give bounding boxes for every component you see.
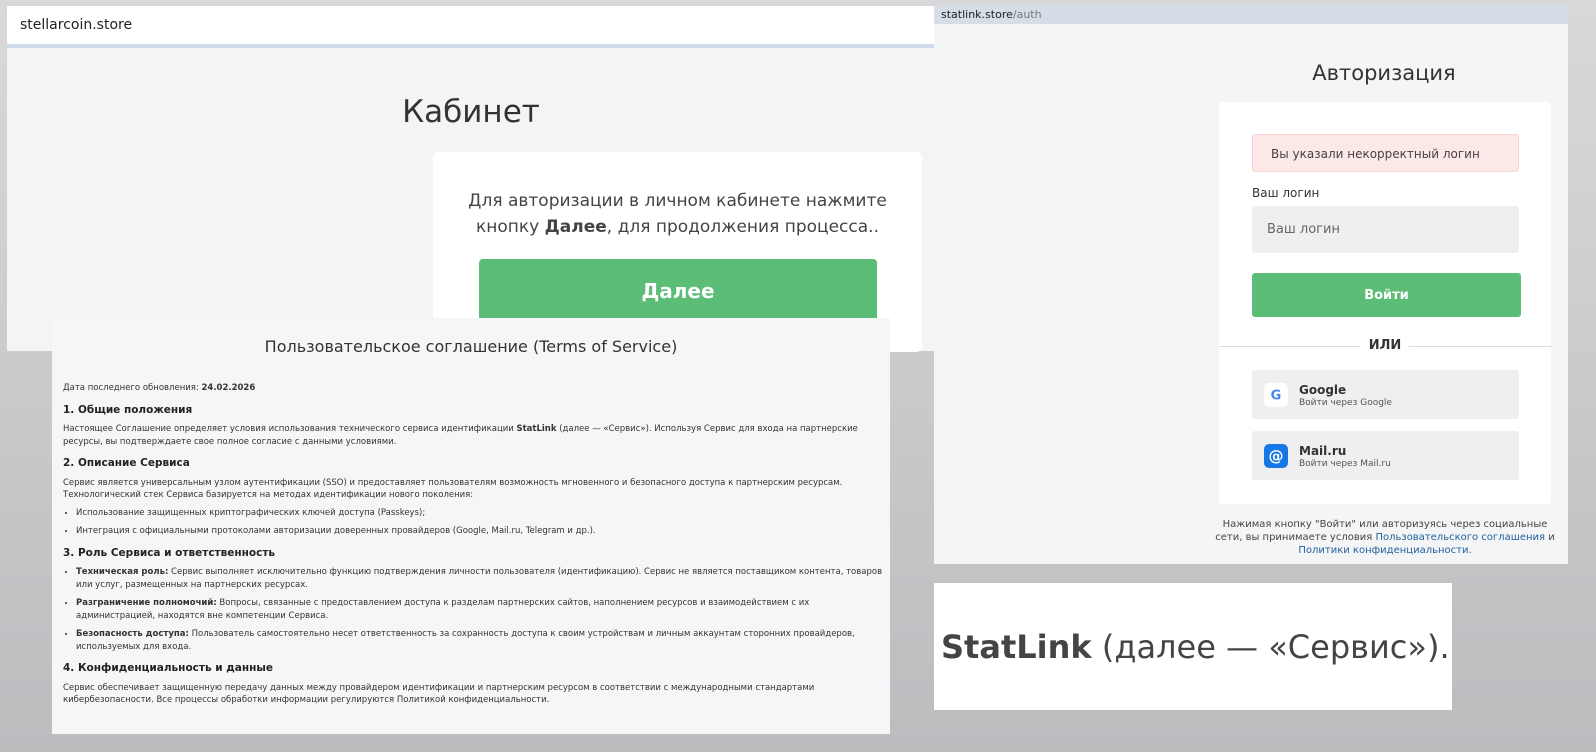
auth-card: Вы указали некорректный логин Ваш логин … xyxy=(1219,102,1551,504)
auth-address-bar[interactable]: statlink.store/auth xyxy=(934,6,1568,24)
section-2-text: Сервис является универсальным узлом ауте… xyxy=(63,477,843,501)
zoom-inset: StatLink (далее — «Сервис»). xyxy=(934,583,1452,710)
list-item: Техническая роль: Сервис выполняет исклю… xyxy=(76,566,890,591)
google-logo-icon: G xyxy=(1264,383,1288,407)
section-3-title: 3. Роль Сервиса и ответственность xyxy=(63,546,276,559)
svg-text:G: G xyxy=(1271,389,1282,403)
next-button[interactable]: Далее xyxy=(479,259,877,325)
zoom-brand: StatLink xyxy=(941,627,1092,666)
section-4-title: 4. Конфиденциальность и данные xyxy=(63,662,273,674)
google-sub: Войти через Google xyxy=(1299,398,1392,408)
login-input[interactable] xyxy=(1252,206,1519,253)
auth-window: statlink.store/auth Авторизация Вы указа… xyxy=(934,6,1568,564)
cabinet-instructions: Для авторизации в личном кабинете нажмит… xyxy=(468,191,887,237)
mailru-name: Mail.ru xyxy=(1299,444,1347,458)
cabinet-url: stellarcoin.store xyxy=(20,17,133,33)
list-item: Разграничение полномочий: Вопросы, связа… xyxy=(76,597,890,622)
list-item: Интеграция с официальными протоколами ав… xyxy=(76,525,890,538)
or-separator: ИЛИ xyxy=(1219,338,1551,353)
terms-updated: Дата последнего обновления: 24.02.2026 xyxy=(63,383,256,393)
section-4-text: Сервис обеспечивает защищенную передачу … xyxy=(63,682,815,706)
section-1-text: Настоящее Соглашение определяет условия … xyxy=(63,424,858,447)
section-1-title: 1. Общие положения xyxy=(63,403,193,416)
error-alert: Вы указали некорректный логин xyxy=(1252,134,1519,172)
mailru-login-button[interactable]: @ Mail.ru Войти через Mail.ru xyxy=(1252,431,1519,480)
terms-body: Дата последнего обновления: 24.02.2026 1… xyxy=(63,382,890,712)
terms-window: Пользовательское соглашение (Terms of Se… xyxy=(52,318,890,734)
list-item: Использование защищенных криптографическ… xyxy=(76,507,890,520)
login-label: Ваш логин xyxy=(1252,186,1320,200)
auth-url-domain: statlink.store xyxy=(941,8,1013,21)
auth-url-path: /auth xyxy=(1012,8,1042,21)
google-login-button[interactable]: G Google Войти через Google xyxy=(1252,370,1519,419)
section-2-list: Использование защищенных криптографическ… xyxy=(63,507,890,538)
google-name: Google xyxy=(1299,383,1347,397)
cabinet-address-bar[interactable]: stellarcoin.store xyxy=(7,6,935,48)
mailru-logo-icon: @ xyxy=(1264,444,1288,468)
login-button[interactable]: Войти xyxy=(1252,273,1521,317)
consent-text: Нажимая кнопку "Войти" или авторизуясь ч… xyxy=(1215,519,1555,556)
cabinet-instructions-bold: Далее xyxy=(544,217,607,237)
list-item: Безопасность доступа: Пользователь самос… xyxy=(76,628,890,653)
privacy-link[interactable]: Политики конфиденциальности xyxy=(1298,545,1468,556)
zoom-rest: (далее — «Сервис»). xyxy=(1091,627,1450,666)
cabinet-title: Кабинет xyxy=(402,94,540,130)
cabinet-window: stellarcoin.store Кабинет Для авторизаци… xyxy=(7,6,935,352)
section-2-title: 2. Описание Сервиса xyxy=(63,457,190,469)
section-3-list: Техническая роль: Сервис выполняет исклю… xyxy=(63,566,890,653)
terms-link[interactable]: Пользовательского соглашения xyxy=(1375,532,1545,543)
mailru-sub: Войти через Mail.ru xyxy=(1299,459,1391,469)
terms-title: Пользовательское соглашение (Terms of Se… xyxy=(264,337,678,356)
auth-title: Авторизация xyxy=(1312,61,1456,85)
